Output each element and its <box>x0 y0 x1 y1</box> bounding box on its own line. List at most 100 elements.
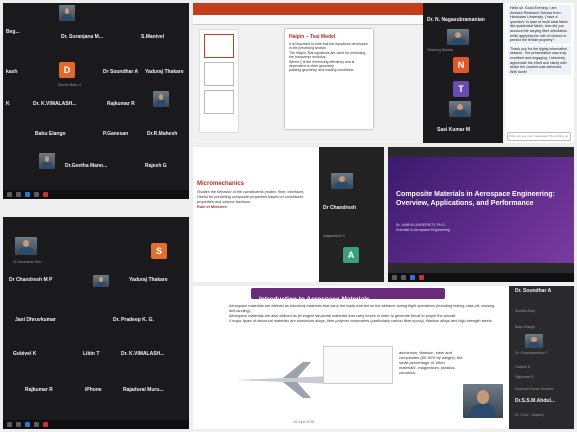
slide-line: Where ξ is the reinforcing efficiency an… <box>289 59 355 69</box>
leave-icon[interactable] <box>43 192 48 197</box>
tile-participant[interactable]: Dr Soundhar A <box>103 69 143 75</box>
avatar: N <box>453 57 469 73</box>
participant-video <box>59 5 75 21</box>
presenter-subtitle: Scientist & Aerospace Engineering <box>396 228 450 232</box>
tile-participant[interactable]: Sowmya Kumar Somara <box>515 386 573 392</box>
mic-icon[interactable] <box>7 192 12 197</box>
participant-name: iPhone <box>85 387 102 393</box>
tile-participant[interactable]: Yaduraj Thakare <box>129 277 187 283</box>
participant-name: K <box>6 101 10 107</box>
participant-name: Rajesh G <box>145 163 167 169</box>
avatar: T <box>453 81 469 97</box>
tile-participant[interactable]: Jagadeshan K <box>323 233 381 239</box>
tile-participant[interactable]: Gobivel K <box>13 351 53 357</box>
slide-date: 18 June 2025 <box>293 420 315 424</box>
avatar: D <box>59 62 75 78</box>
tile-participant[interactable]: kash <box>6 69 46 75</box>
participant-name: Libin T <box>83 351 100 357</box>
tile-participant[interactable]: Babu Elango <box>515 324 573 330</box>
participant-name: Dr. Chandrasekhar P <box>515 351 548 355</box>
tile-participant[interactable]: Rajadurai Muru... <box>123 387 187 393</box>
tile-participant[interactable]: Dr. K.VIMALASH... <box>33 101 99 107</box>
tile-participant[interactable]: Dr. S.Sa... Majeed <box>515 412 573 418</box>
participant-video <box>449 101 471 117</box>
participant-name: Teaching Bureau <box>427 48 454 52</box>
participant-name: Sunitha Raju <box>515 309 536 313</box>
tile-participant[interactable]: Dr. Soundhar A <box>515 288 573 294</box>
attendee-tile[interactable]: Teaching Bureau <box>427 47 501 53</box>
participant-video <box>15 237 37 255</box>
participant-video <box>447 29 469 45</box>
camera-icon[interactable] <box>16 422 21 427</box>
participant-name: Jagadeshan K <box>323 234 346 238</box>
leave-icon[interactable] <box>419 275 424 280</box>
panel-mid-left: Micromechanics Studies the behavior of t… <box>193 147 384 282</box>
participant-name: Dr. Soundhar A <box>515 288 552 294</box>
participant-name: Gobivel K <box>13 351 37 357</box>
participant-name: P.Ganesan <box>103 131 129 137</box>
tile-participant[interactable]: Beg... <box>6 29 46 35</box>
share-icon[interactable] <box>25 422 30 427</box>
tile-participant[interactable]: Dr Chandresh <box>323 205 381 211</box>
tile-participant[interactable]: iPhone <box>85 387 115 393</box>
participants-icon[interactable] <box>34 192 39 197</box>
leave-icon[interactable] <box>43 422 48 427</box>
chat-message: Thank you for the highly informative ses… <box>508 45 571 76</box>
tile-participant[interactable]: Jani Dhruvkumar <box>15 317 85 323</box>
avatar: A <box>343 247 359 263</box>
attendee-strip: Dr. N. Nagasubramanian Teaching Bureau N… <box>423 3 503 143</box>
tile-participant[interactable]: K <box>6 101 26 107</box>
attendee-tile[interactable]: Dr. N. Nagasubramanian <box>427 17 501 23</box>
participant-video <box>153 91 169 107</box>
tile-participant[interactable]: Rajkumar R <box>107 101 147 107</box>
tile-participant[interactable]: Babu Elango <box>35 131 75 137</box>
slide-title-banner: Introduction to Aerospace Materials <box>251 288 445 303</box>
tile-participant[interactable]: Dr.Geetha Mano... <box>65 163 139 169</box>
tile-participant[interactable]: Dr. K.VIMALASH... <box>121 351 189 357</box>
slide-bullet: 4 major types of structural materials ar… <box>229 319 493 323</box>
participant-name: Dr.Geetha Mano... <box>65 163 108 169</box>
participant-subname: Dinesh Babu S <box>58 83 82 87</box>
tile-participant[interactable]: Dr. Pradeep K. G. <box>113 317 187 323</box>
share-icon[interactable] <box>25 192 30 197</box>
meeting-toolbar <box>3 420 189 429</box>
tile-participant[interactable]: Sunitha Raju <box>515 308 573 314</box>
slide-title: Micromechanics <box>197 181 245 187</box>
camera-icon[interactable] <box>16 192 21 197</box>
tile-participant[interactable]: Dr.S.S.M.Abdul... <box>515 398 573 404</box>
tile-participant[interactable]: Dr. Suranjana M... <box>61 34 125 40</box>
participant-name: Sowmya Kumar Somara <box>515 387 553 391</box>
tile-participant[interactable]: Dr. Chandrasekhar P <box>515 350 573 356</box>
slide-canvas: Introduction to Aerospace Materials Aero… <box>193 286 509 429</box>
meeting-toolbar <box>3 190 189 199</box>
participants-icon[interactable] <box>34 422 39 427</box>
tile-participant[interactable]: S.Manivel <box>141 34 185 40</box>
participant-name: Gobivel K <box>515 365 531 369</box>
presenter-name: Dr. VANIYA UNIVERSITY, Ph.D. <box>396 223 446 227</box>
mic-icon[interactable] <box>392 275 397 280</box>
tile-participant[interactable]: Dr Chandresh M P <box>9 277 89 283</box>
participant-name: Dr. K.VIMALASH... <box>121 351 165 357</box>
panel-bottom-right: Introduction to Aerospace Materials Aero… <box>193 286 574 429</box>
participant-name: Babu Elango <box>515 325 536 329</box>
camera-icon[interactable] <box>401 275 406 280</box>
share-icon[interactable] <box>410 275 415 280</box>
tile-participant[interactable]: Rajkumar R <box>515 374 573 380</box>
tile-participant[interactable]: Dr.R.Mahesh <box>147 131 189 137</box>
tile-participant[interactable]: Libin T <box>83 351 113 357</box>
mic-icon[interactable] <box>7 422 12 427</box>
tile-participant[interactable]: P.Ganesan <box>103 131 143 137</box>
participant-name: Rajkumar R <box>107 101 135 107</box>
chat-message: Hello sir. Good Evening. I am Avinash Re… <box>508 5 571 44</box>
panel-top-right: Halpin – Tsai Model It is important to n… <box>193 3 574 143</box>
chat-input[interactable]: Who can see your messages? Recording on <box>507 132 571 141</box>
participant-name: Dr Chandresh M P <box>9 277 53 283</box>
tile-participant[interactable]: Gobivel K <box>515 364 573 370</box>
tile-participant[interactable]: Rajkumar R <box>25 387 65 393</box>
participant-name: Dr.R.Mahesh <box>147 131 178 137</box>
material-chart-box <box>323 346 393 384</box>
tile-participant[interactable]: Yaduraj Thakare <box>145 69 189 75</box>
tile-participant[interactable]: Rajesh G <box>145 163 185 169</box>
attendee-tile[interactable]: Sasi Kumar M <box>437 127 497 133</box>
participant-name: kash <box>6 69 18 75</box>
